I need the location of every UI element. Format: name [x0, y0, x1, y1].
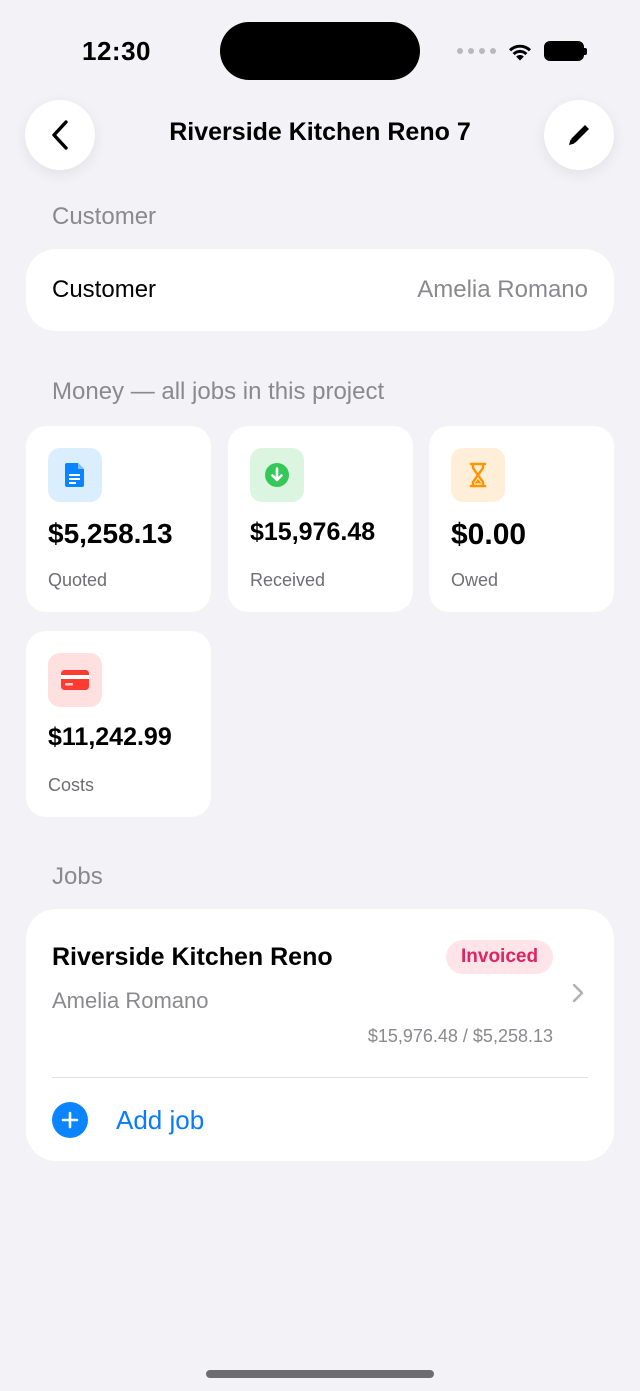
money-amount-quoted: $5,258.13 [48, 518, 173, 549]
money-card-received: $15,976.48 Received [228, 426, 413, 612]
add-job-label: Add job [116, 1104, 205, 1135]
money-label-owed: Owed [451, 570, 499, 590]
status-time: 12:30 [82, 36, 151, 66]
job-customer: Amelia Romano [52, 988, 209, 1013]
back-button[interactable] [25, 100, 95, 170]
battery-icon [544, 41, 587, 61]
money-amount-costs: $11,242.99 [48, 723, 172, 751]
add-job-button[interactable]: Add job [52, 1102, 204, 1138]
status-badge: Invoiced [446, 940, 554, 974]
customer-row[interactable]: Customer Amelia Romano [26, 249, 614, 331]
chevron-left-icon [52, 120, 68, 150]
status-indicators [457, 40, 587, 62]
money-amount-received: $15,976.48 [250, 518, 376, 546]
money-amount-owed: $0.00 [451, 518, 527, 551]
money-label-quoted: Quoted [48, 570, 108, 590]
money-card-quoted: $5,258.13 Quoted [26, 426, 211, 612]
customer-row-value: Amelia Romano [417, 276, 588, 303]
money-label-costs: Costs [48, 775, 95, 795]
chevron-right-icon [572, 983, 584, 1003]
home-indicator[interactable] [206, 1370, 434, 1378]
money-card-owed: $0.00 Owed [429, 426, 614, 612]
plus-circle-icon [52, 1102, 88, 1138]
page-title: Riverside Kitchen Reno 7 [169, 118, 471, 146]
signal-dots-icon [457, 48, 496, 54]
credit-card-icon [48, 653, 102, 707]
job-amounts: $15,976.48 / $5,258.13 [367, 1026, 553, 1046]
jobs-card: Riverside Kitchen Reno Invoiced Amelia R… [26, 909, 614, 1161]
money-label-received: Received [250, 570, 326, 590]
document-icon [48, 448, 102, 502]
project-detail-screen: 12:30 Riverside Kitchen Reno 7 Customer … [0, 0, 640, 1391]
pencil-icon [569, 125, 589, 145]
money-card-costs: $11,242.99 Costs [26, 631, 211, 817]
hourglass-icon [451, 448, 505, 502]
wifi-icon [509, 44, 531, 61]
jobs-section-header: Jobs [52, 863, 103, 890]
job-title: Riverside Kitchen Reno [52, 943, 333, 971]
money-section-header: Money — all jobs in this project [52, 378, 385, 405]
dynamic-island [220, 22, 420, 80]
edit-button[interactable] [544, 100, 614, 170]
divider [52, 1077, 588, 1078]
customer-section-header: Customer [52, 203, 157, 230]
customer-row-label: Customer [52, 276, 157, 303]
arrow-down-circle-icon [250, 448, 304, 502]
